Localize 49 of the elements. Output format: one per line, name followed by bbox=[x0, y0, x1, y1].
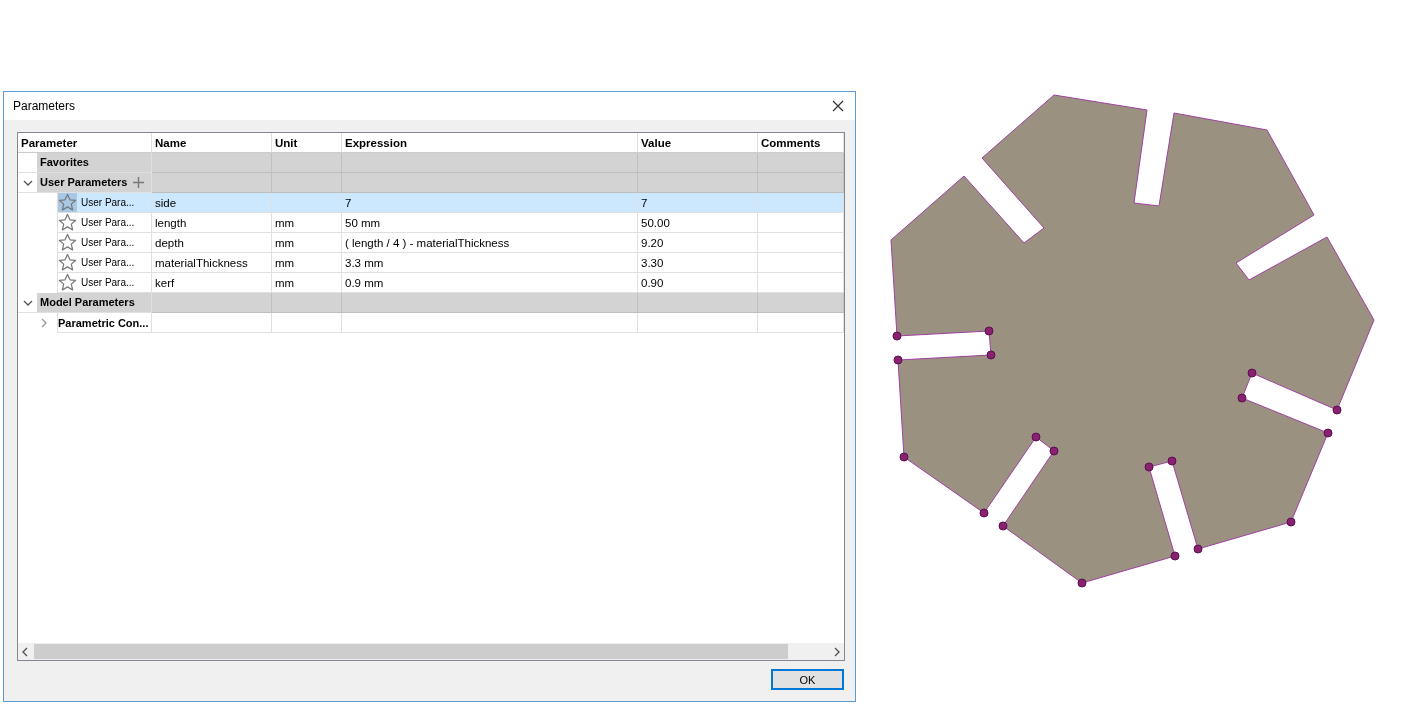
type-label: User Para... bbox=[81, 277, 135, 288]
type-label: User Para... bbox=[81, 217, 135, 228]
scroll-left-icon[interactable] bbox=[22, 646, 28, 657]
add-icon[interactable] bbox=[133, 176, 145, 188]
unit-text: mm bbox=[275, 236, 295, 249]
parameter-name: depth bbox=[155, 236, 184, 249]
star-icon[interactable] bbox=[58, 233, 77, 252]
expression-text: 7 bbox=[345, 196, 352, 209]
scrollbar-thumb[interactable] bbox=[34, 644, 788, 659]
type-label: User Para... bbox=[81, 197, 135, 208]
star-icon[interactable] bbox=[58, 273, 77, 292]
expression-text: ( length / 4 ) - materialThickness bbox=[345, 236, 510, 249]
value-text: 50.00 bbox=[641, 216, 670, 229]
parameter-name: length bbox=[155, 216, 187, 229]
expression-text: 0.9 mm bbox=[345, 276, 384, 289]
group-row[interactable]: Model Parameters bbox=[18, 293, 844, 313]
group-row[interactable]: User Parameters bbox=[18, 173, 844, 193]
subgroup-label[interactable]: Parametric Con... bbox=[58, 316, 149, 329]
star-icon[interactable] bbox=[58, 193, 77, 212]
parameter-row[interactable]: User Para... length mm 50 mm 50.00 bbox=[18, 213, 844, 233]
horizontal-scrollbar[interactable] bbox=[18, 643, 844, 660]
value-text: 9.20 bbox=[641, 236, 664, 249]
type-label: User Para... bbox=[81, 237, 135, 248]
chevron-down-icon[interactable] bbox=[22, 299, 33, 306]
unit-text: mm bbox=[275, 216, 295, 229]
group-row[interactable]: Favorites bbox=[18, 153, 844, 173]
parameter-name: kerf bbox=[155, 276, 175, 289]
chevron-down-icon[interactable] bbox=[22, 179, 33, 186]
ok-button[interactable]: OK bbox=[771, 669, 844, 690]
slotted-heptagon-drawing[interactable] bbox=[890, 94, 1375, 588]
expression-text: 3.3 mm bbox=[345, 256, 384, 269]
value-text: 7 bbox=[641, 196, 648, 209]
value-text: 0.90 bbox=[641, 276, 664, 289]
parameter-name: materialThickness bbox=[155, 256, 248, 269]
parameter-name: side bbox=[155, 196, 177, 209]
unit-text: mm bbox=[275, 276, 295, 289]
chevron-right-icon[interactable] bbox=[41, 318, 47, 328]
parameter-row[interactable]: User Para... depth mm ( length / 4 ) - materialThickness 9.20 bbox=[18, 233, 844, 253]
parameter-row[interactable]: User Para... materialThickness mm 3.3 mm 3.30 bbox=[18, 253, 844, 273]
unit-text: mm bbox=[275, 256, 295, 269]
value-text: 3.30 bbox=[641, 256, 664, 269]
parameter-row[interactable]: User Para... side 7 7 bbox=[18, 193, 844, 213]
window-title: Parameters bbox=[13, 99, 76, 113]
type-label: User Para... bbox=[81, 257, 135, 268]
star-icon[interactable] bbox=[58, 253, 77, 272]
scroll-right-icon[interactable] bbox=[834, 646, 840, 657]
close-icon[interactable] bbox=[832, 100, 844, 112]
expression-text: 50 mm bbox=[345, 216, 381, 229]
star-icon[interactable] bbox=[58, 213, 77, 232]
